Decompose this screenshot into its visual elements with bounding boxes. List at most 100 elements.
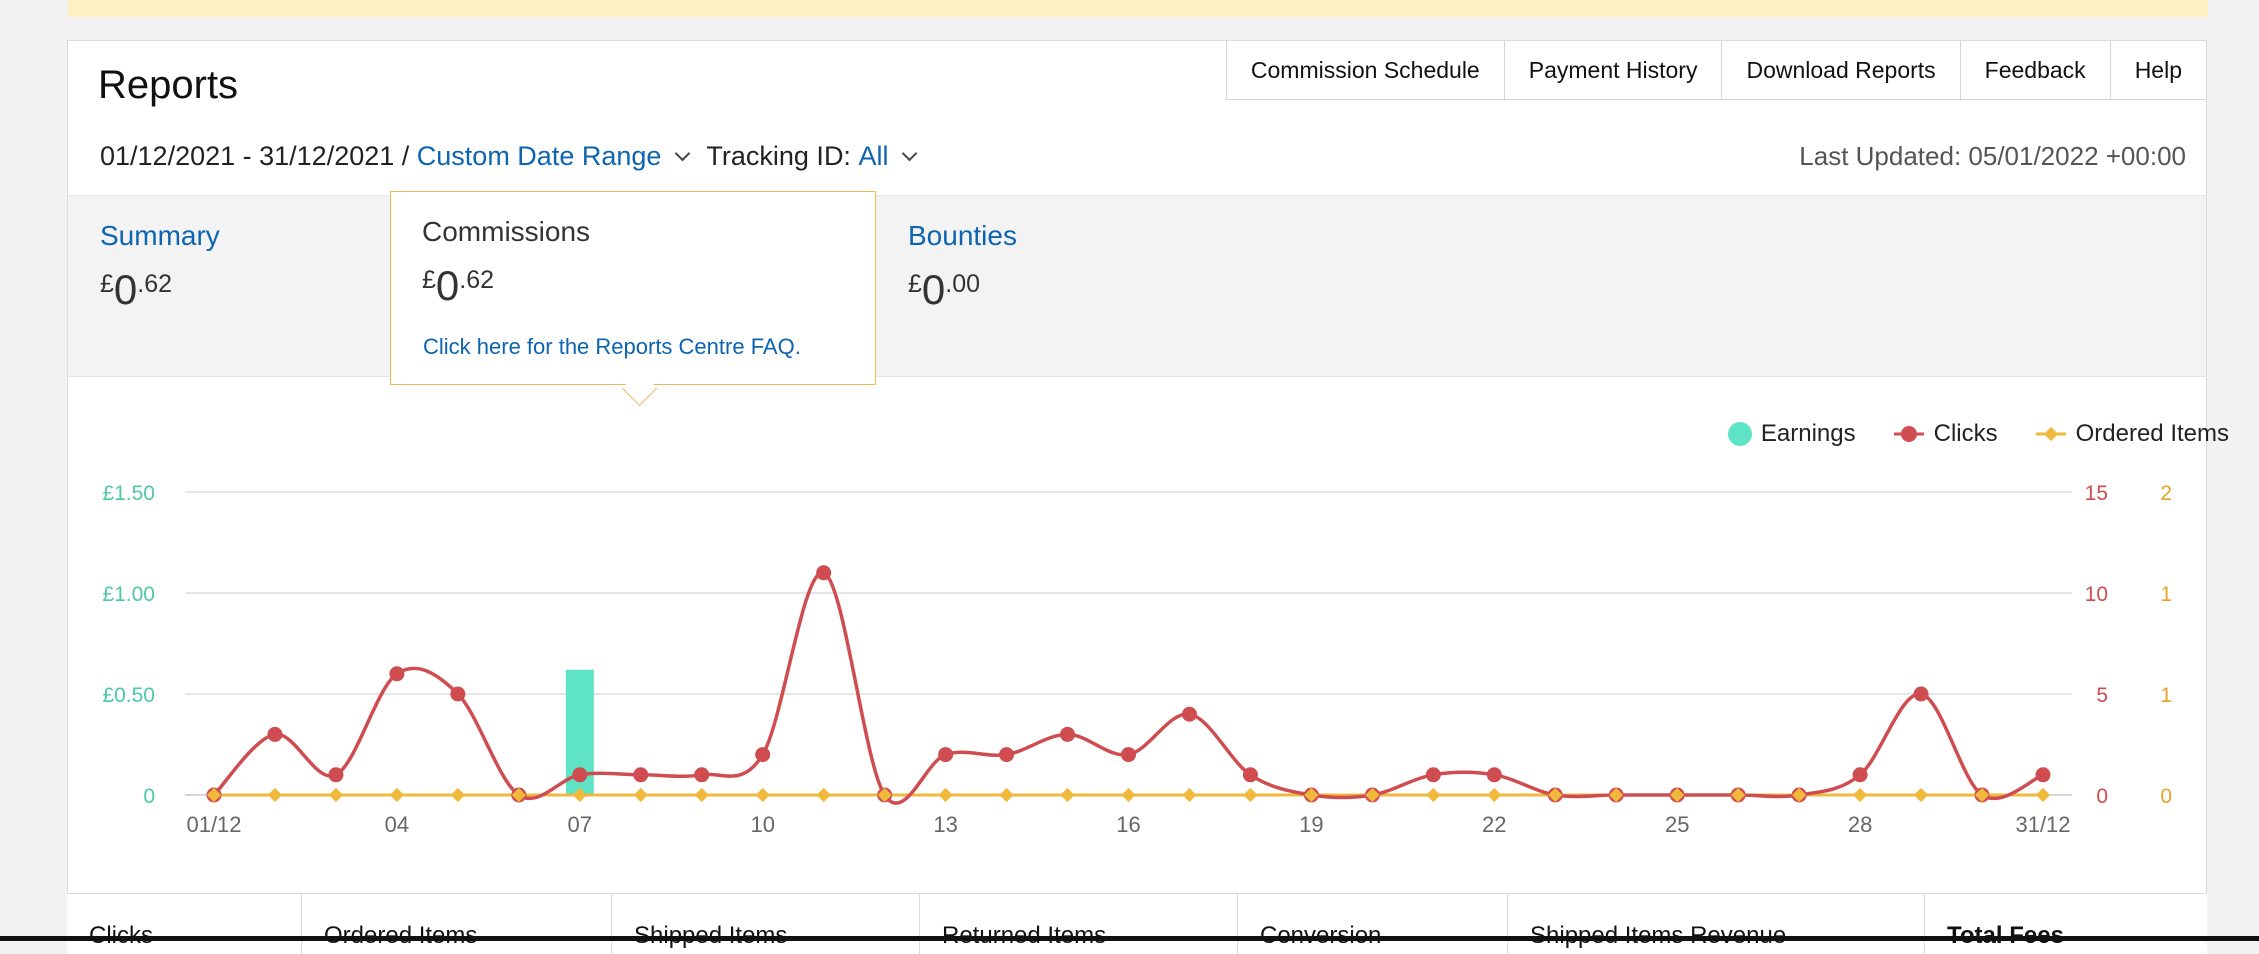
clicks-point (1425, 767, 1441, 783)
x-axis-tick-label: 07 (568, 812, 592, 837)
tab-commissions[interactable]: Commissions £0.62 (422, 216, 590, 310)
col-conversion[interactable]: Conversion (1238, 894, 1508, 954)
summary-amount: £0.62 (100, 266, 173, 313)
payment-history-link[interactable]: Payment History (1504, 41, 1723, 99)
ordered-items-point (938, 787, 953, 803)
clicks-point (1242, 767, 1258, 783)
clicks-point (1121, 747, 1136, 763)
ordered-items-point (633, 787, 648, 803)
bounties-amount: £0.00 (908, 266, 981, 313)
clicks-point (816, 565, 832, 581)
col-shipped-items[interactable]: Shipped Items (612, 894, 920, 954)
clicks-point (1913, 686, 1929, 702)
col-shipped-items-revenue[interactable]: Shipped Items Revenue (1508, 894, 1925, 954)
ordered-items-point (1060, 787, 1075, 803)
clicks-point (1181, 706, 1197, 722)
chevron-down-icon[interactable] (902, 145, 918, 162)
ordered-items-point (694, 787, 709, 803)
tracking-id-label: Tracking ID: (706, 141, 851, 171)
custom-date-range-dropdown[interactable]: Custom Date Range (417, 141, 662, 172)
tracking-id-dropdown[interactable]: All (858, 141, 888, 172)
clicks-point (2035, 767, 2051, 783)
ordered-items-point (1913, 787, 1929, 803)
help-link[interactable]: Help (2110, 41, 2206, 99)
tab-commissions-label[interactable]: Commissions (422, 216, 590, 248)
commission-schedule-link[interactable]: Commission Schedule (1226, 41, 1505, 99)
left-axis-tick-label: £1.00 (102, 583, 155, 606)
filters-bar: 01/12/2021 - 31/12/2021 / Custom Date Ra… (100, 141, 933, 172)
top-nav: Commission Schedule Payment History Down… (1225, 41, 2206, 100)
ordered-items-point (816, 787, 831, 803)
tab-summary-label[interactable]: Summary (100, 220, 220, 252)
col-total-fees[interactable]: Total Fees (1925, 894, 2207, 954)
ordered-items-point (267, 787, 283, 803)
col-ordered-items[interactable]: Ordered Items (302, 894, 612, 954)
clicks-point (1060, 726, 1076, 742)
x-axis-tick-label: 22 (1482, 812, 1506, 837)
ordered-axis-tick-label: 1 (2160, 583, 2172, 606)
date-range-text: 01/12/2021 - 31/12/2021 / (100, 141, 410, 171)
ordered-items-point (1182, 787, 1197, 803)
col-returned-items[interactable]: Returned Items (920, 894, 1238, 954)
ordered-items-point (1853, 787, 1868, 803)
ordered-items-point (389, 787, 404, 803)
ordered-items-point (328, 787, 344, 803)
clicks-point (450, 686, 466, 702)
right-axis-tick-label: 15 (2085, 482, 2108, 505)
tab-bounties-label[interactable]: Bounties (908, 220, 1017, 252)
ordered-items-point (450, 787, 465, 803)
clicks-point (938, 747, 954, 763)
x-axis-tick-label: 04 (385, 812, 409, 837)
left-axis-tick-label: 0 (143, 785, 155, 808)
x-axis-tick-label: 28 (1848, 812, 1872, 837)
bottom-edge (0, 936, 2259, 941)
right-axis-tick-label: 0 (2096, 785, 2108, 808)
commissions-amount: £0.62 (422, 262, 495, 309)
tab-commissions-popover[interactable]: Commissions £0.62 Click here for the Rep… (390, 191, 876, 407)
stats-table-header: Clicks Ordered Items Shipped Items Retur… (67, 893, 2207, 954)
x-axis-tick-label: 01/12 (186, 812, 241, 837)
ordered-axis-tick-label: 2 (2160, 482, 2172, 505)
right-axis-tick-label: 5 (2096, 684, 2108, 707)
col-clicks[interactable]: Clicks (67, 894, 302, 954)
right-axis-tick-label: 10 (2085, 583, 2108, 606)
clicks-point (1486, 767, 1502, 783)
clicks-point (328, 767, 344, 783)
page-title: Reports (98, 63, 239, 107)
x-axis-tick-label: 16 (1116, 812, 1140, 837)
ordered-items-point (1121, 787, 1136, 803)
ordered-items-point (1243, 787, 1258, 803)
clicks-point (1852, 767, 1868, 783)
notice-banner (68, 0, 2208, 17)
ordered-axis-tick-label: 0 (2160, 785, 2172, 808)
clicks-point (633, 767, 649, 783)
clicks-point (694, 767, 710, 783)
ordered-items-point (999, 787, 1014, 803)
ordered-items-point (755, 787, 770, 803)
clicks-point (389, 666, 405, 682)
clicks-point (572, 767, 588, 783)
tab-summary[interactable]: Summary £0.62 (100, 220, 220, 314)
x-axis-tick-label: 19 (1299, 812, 1323, 837)
feedback-link[interactable]: Feedback (1960, 41, 2111, 99)
clicks-point (267, 726, 283, 742)
ordered-axis-tick-label: 1 (2160, 684, 2172, 707)
ordered-items-point (1487, 787, 1502, 803)
chevron-down-icon[interactable] (675, 145, 691, 162)
reports-faq-link[interactable]: Click here for the Reports Centre FAQ. (423, 334, 801, 360)
tab-bounties[interactable]: Bounties £0.00 (908, 220, 1017, 314)
clicks-point (755, 747, 771, 763)
last-updated: Last Updated: 05/01/2022 +00:00 (1799, 141, 2186, 171)
ordered-items-point (2035, 787, 2051, 803)
download-reports-link[interactable]: Download Reports (1722, 41, 1961, 99)
clicks-line (212, 571, 2044, 805)
clicks-point (999, 747, 1015, 763)
x-axis-tick-label: 31/12 (2015, 812, 2070, 837)
left-axis-tick-label: £1.50 (102, 482, 155, 505)
x-axis-tick-label: 10 (750, 812, 774, 837)
left-axis-tick-label: £0.50 (102, 684, 155, 707)
x-axis-tick-label: 13 (933, 812, 957, 837)
performance-chart: 0 0 0 £0.50 5 1 £1.00 10 1 £1.50 15 2 01/12 04 07 10 13 1… (102, 482, 2172, 837)
x-axis-tick-label: 25 (1665, 812, 1689, 837)
ordered-items-point (1426, 787, 1441, 803)
